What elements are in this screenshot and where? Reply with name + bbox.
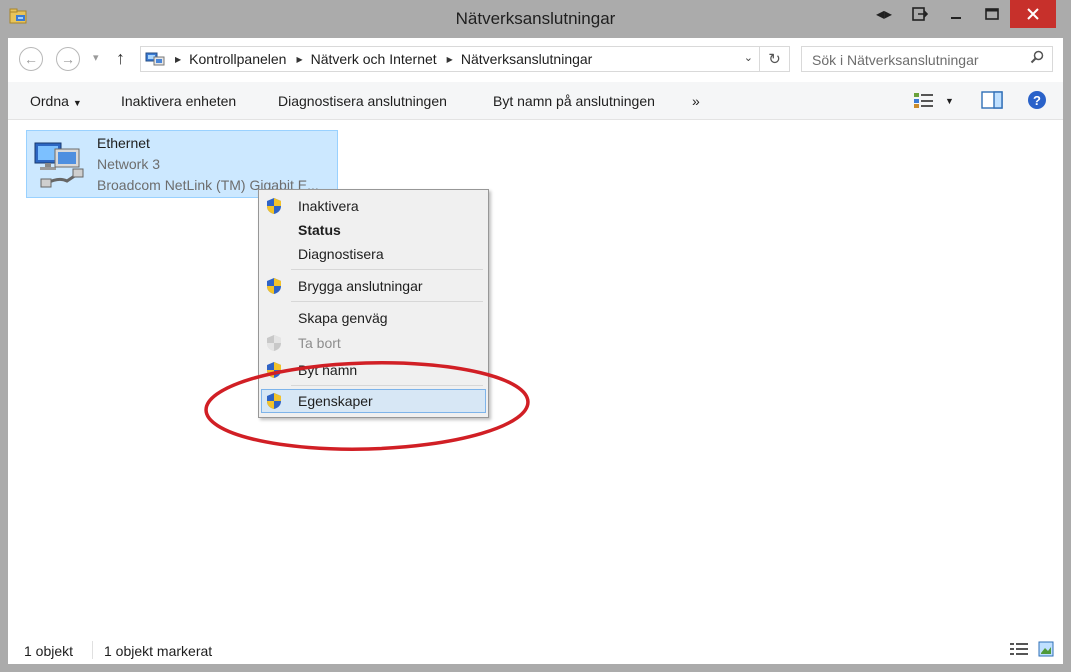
menu-item-create-shortcut[interactable]: Skapa genväg (261, 306, 486, 330)
menu-item-label: Egenskaper (298, 393, 373, 409)
rename-connection-button[interactable]: Byt namn på anslutningen (493, 93, 655, 109)
breadcrumb-network-internet[interactable]: Nätverk och Internet (311, 51, 437, 67)
uac-shield-icon (267, 362, 281, 378)
view-options-chevron-icon[interactable]: ▼ (945, 96, 954, 106)
help-icon[interactable]: ? (1027, 90, 1047, 113)
up-arrow-icon[interactable]: ↑ (116, 48, 125, 69)
more-commands-button[interactable]: » (692, 93, 700, 109)
uac-shield-icon (267, 278, 281, 294)
menu-separator (291, 301, 483, 302)
menu-item-label: Status (298, 222, 341, 238)
menu-item-label: Brygga anslutningar (298, 278, 423, 294)
menu-item-properties[interactable]: Egenskaper (261, 389, 486, 413)
close-icon[interactable] (1010, 0, 1056, 28)
selected-count: 1 objekt markerat (104, 643, 213, 659)
address-row: ← → ▾ ↑ ▶ Kontrollpanelen ▶ Nätverk och In… (8, 38, 1063, 82)
search-box[interactable] (801, 46, 1053, 72)
menu-item-label: Diagnostisera (298, 246, 384, 262)
search-icon[interactable] (1030, 50, 1044, 67)
menu-separator (291, 269, 483, 270)
change-view-icon[interactable] (913, 91, 935, 112)
forward-button[interactable]: → (56, 47, 80, 71)
menu-item-label: Skapa genväg (298, 310, 388, 326)
search-input[interactable] (810, 48, 1024, 72)
back-button[interactable]: ← (19, 47, 43, 71)
network-connections-icon (145, 52, 165, 66)
refresh-icon[interactable]: ↻ (760, 46, 790, 72)
address-bar[interactable]: ▶ Kontrollpanelen ▶ Nätverk och Internet ▶… (140, 46, 760, 72)
uac-shield-icon (267, 198, 281, 214)
command-bar: Ordna ▼ Inaktivera enheten Diagnostisera… (8, 82, 1063, 120)
restore-icon[interactable] (902, 0, 938, 28)
uac-shield-icon (267, 335, 281, 351)
item-count: 1 objekt (24, 643, 74, 659)
breadcrumb-network-connections[interactable]: Nätverksanslutningar (461, 51, 593, 67)
disable-device-button[interactable]: Inaktivera enheten (121, 93, 236, 109)
menu-item-disable[interactable]: Inaktivera (261, 194, 486, 218)
address-dropdown-icon[interactable]: ⌄ (744, 51, 753, 64)
menu-item-label: Ta bort (298, 335, 341, 351)
breadcrumb-control-panel[interactable]: Kontrollpanelen (189, 51, 286, 67)
snap-icon[interactable]: ◂▸ (866, 0, 902, 28)
svg-text:?: ? (1033, 93, 1041, 108)
maximize-icon[interactable] (974, 0, 1010, 28)
menu-item-label: Inaktivera (298, 198, 359, 214)
connection-name: Ethernet (97, 135, 150, 151)
file-list[interactable]: Ethernet Network 3 Broadcom NetLink (TM)… (8, 120, 1063, 634)
preview-pane-icon[interactable] (981, 91, 1003, 112)
connection-network: Network 3 (97, 156, 161, 172)
large-icons-view-icon[interactable] (1038, 641, 1054, 660)
recent-locations-chevron-icon[interactable]: ▾ (93, 51, 99, 64)
chevron-down-icon: ▼ (72, 98, 82, 108)
menu-item-bridge[interactable]: Brygga anslutningar (261, 274, 486, 298)
menu-separator (291, 385, 483, 386)
menu-item-rename[interactable]: Byt namn (261, 358, 486, 382)
menu-item-diagnose[interactable]: Diagnostisera (261, 242, 486, 266)
menu-item-delete: Ta bort (261, 331, 486, 355)
organize-button[interactable]: Ordna ▼ (30, 93, 82, 109)
details-view-icon[interactable] (1010, 642, 1028, 659)
diagnose-connection-button[interactable]: Diagnostisera anslutningen (278, 93, 447, 109)
menu-item-label: Byt namn (298, 362, 358, 378)
context-menu: Inaktivera Status Diagnostisera Brygga a… (258, 189, 489, 418)
minimize-icon[interactable] (938, 0, 974, 28)
organize-label: Ordna (30, 93, 69, 109)
explorer-window: ← → ▾ ↑ ▶ Kontrollpanelen ▶ Nätverk och In… (8, 38, 1063, 664)
title-bar: Nätverksanslutningar ◂▸ (0, 0, 1071, 38)
status-bar: 1 objekt 1 objekt markerat (8, 634, 1063, 664)
status-divider (92, 641, 93, 659)
menu-item-status[interactable]: Status (261, 218, 486, 242)
network-adapter-icon (34, 142, 84, 188)
uac-shield-icon (267, 393, 281, 409)
ethernet-connection-item[interactable]: Ethernet Network 3 Broadcom NetLink (TM)… (26, 130, 338, 198)
